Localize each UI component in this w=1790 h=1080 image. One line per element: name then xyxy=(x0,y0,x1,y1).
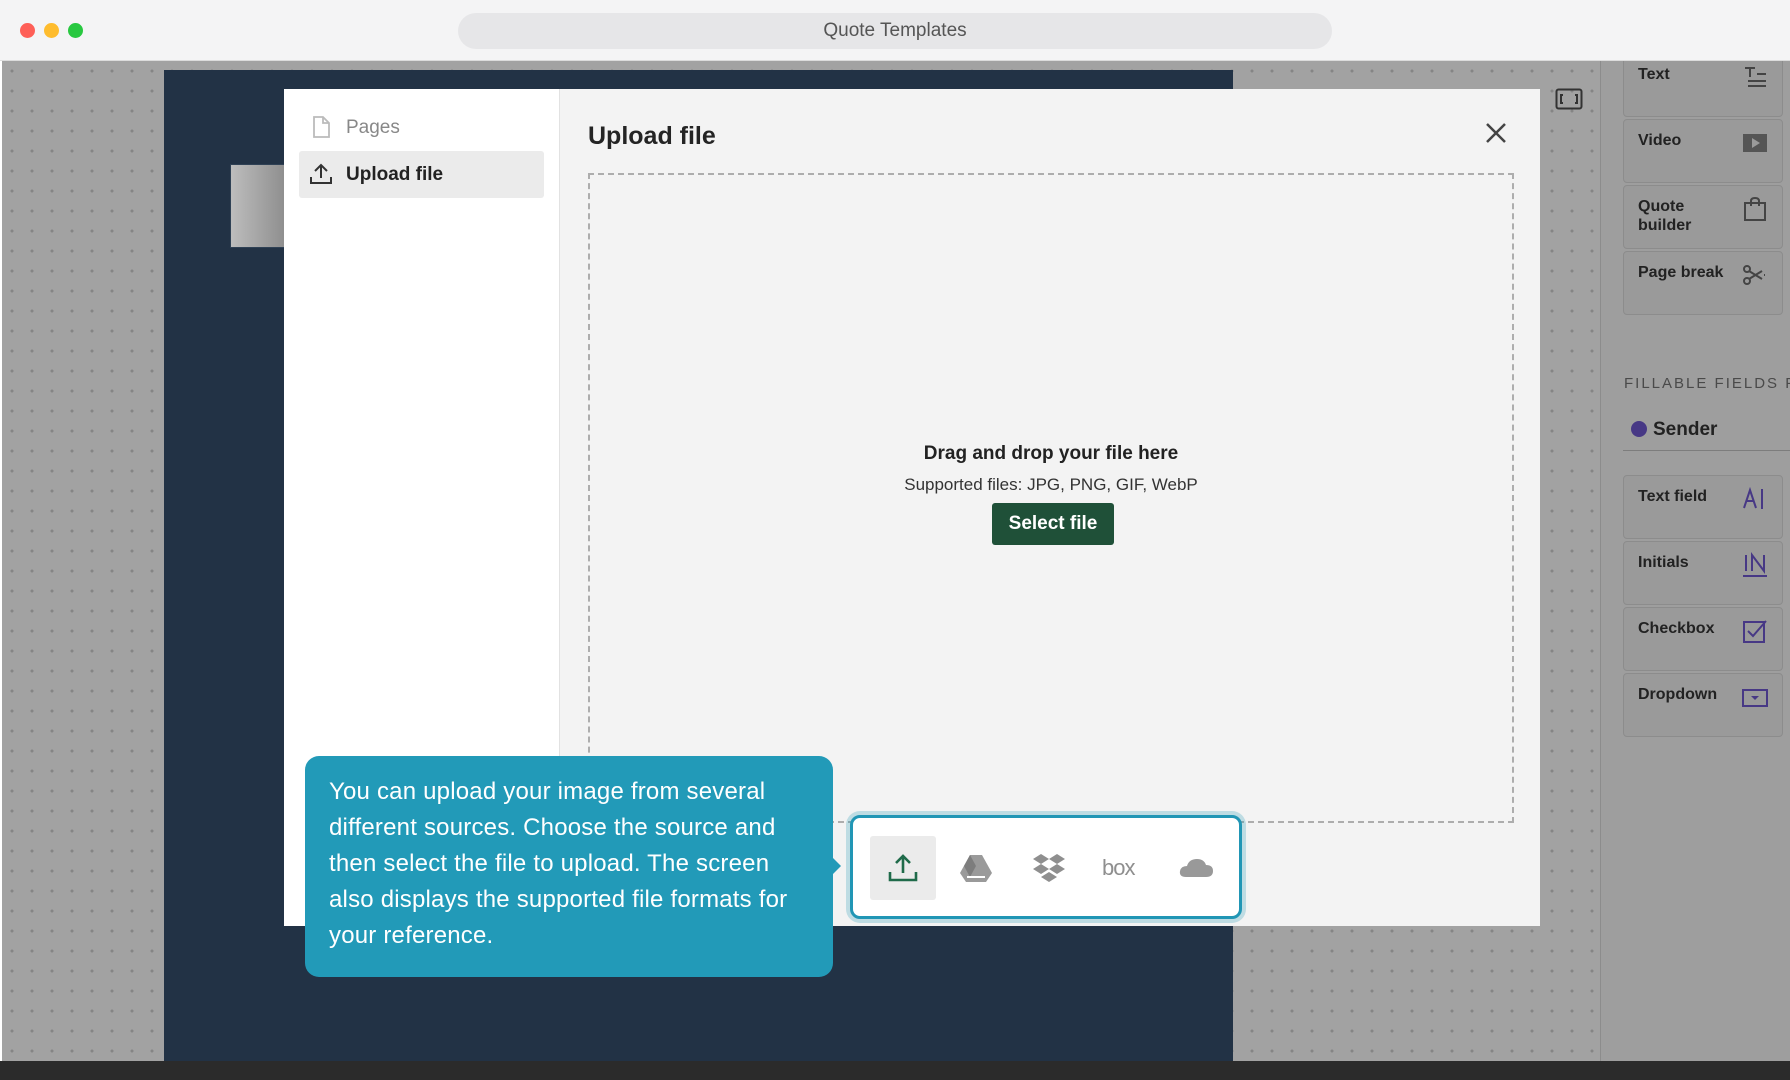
video-icon xyxy=(1743,134,1767,152)
app-window: Quote Templates Text Video Quote builder… xyxy=(0,0,1790,1080)
window-title: Quote Templates xyxy=(458,13,1332,49)
text-field-icon xyxy=(1743,486,1763,509)
guide-tooltip: You can upload your image from several d… xyxy=(305,756,833,977)
field-label: Initials xyxy=(1638,554,1689,571)
text-icon xyxy=(1745,67,1766,87)
block-label: Video xyxy=(1638,132,1682,149)
nav-item-upload-file[interactable]: Upload file xyxy=(299,151,544,198)
block-label: Text xyxy=(1638,66,1670,83)
sender-color-dot xyxy=(1631,421,1647,437)
source-dropbox-button[interactable] xyxy=(1016,836,1082,900)
block-video[interactable]: Video xyxy=(1623,119,1783,183)
minimize-window-button[interactable] xyxy=(44,23,59,38)
tooltip-arrow xyxy=(832,857,841,875)
nav-item-pages[interactable]: Pages xyxy=(299,104,544,151)
upload-computer-icon xyxy=(888,854,918,882)
box-icon: box xyxy=(1102,855,1136,880)
nav-label-upload-file: Upload file xyxy=(346,164,444,185)
select-file-button[interactable]: Select file xyxy=(992,503,1114,545)
right-sidebar: Text Video Quote builder Page break FILL… xyxy=(1600,61,1790,1061)
nav-label-pages: Pages xyxy=(346,117,400,138)
checkbox-icon xyxy=(1743,620,1767,643)
block-quote-builder[interactable]: Quote builder xyxy=(1623,185,1783,249)
source-computer-button[interactable] xyxy=(870,836,936,900)
dropbox-icon xyxy=(1033,854,1065,882)
upload-icon xyxy=(310,163,332,184)
file-dropzone[interactable]: Drag and drop your file here Supported f… xyxy=(588,173,1514,823)
onedrive-cloud-icon xyxy=(1179,859,1213,877)
field-checkbox[interactable]: Checkbox xyxy=(1623,607,1783,671)
page-icon xyxy=(313,116,330,138)
close-window-button[interactable] xyxy=(20,23,35,38)
shopping-bag-icon xyxy=(1744,196,1766,221)
dropdown-icon xyxy=(1742,689,1768,707)
fullscreen-icon[interactable] xyxy=(1555,88,1583,110)
upload-source-picker: box xyxy=(850,815,1242,919)
dropzone-heading: Drag and drop your file here xyxy=(923,443,1179,464)
field-label: Checkbox xyxy=(1638,620,1715,637)
maximize-window-button[interactable] xyxy=(68,23,83,38)
block-label: Page break xyxy=(1638,264,1724,281)
supported-files-text: Supported files: JPG, PNG, GIF, WebP xyxy=(904,475,1198,494)
scissors-icon xyxy=(1743,265,1767,285)
block-label: Quote builder xyxy=(1638,198,1692,234)
block-text[interactable]: Text xyxy=(1623,61,1783,117)
close-icon[interactable] xyxy=(1482,119,1510,147)
recipient-selector[interactable]: Sender xyxy=(1623,411,1790,451)
source-onedrive-button[interactable] xyxy=(1162,836,1228,900)
tooltip-text: You can upload your image from several d… xyxy=(329,778,788,949)
google-drive-icon xyxy=(960,855,992,882)
source-google-drive-button[interactable] xyxy=(943,836,1009,900)
block-page-break[interactable]: Page break xyxy=(1623,251,1783,315)
field-initials[interactable]: Initials xyxy=(1623,541,1783,605)
modal-title: Upload file xyxy=(588,122,716,150)
svg-text:box: box xyxy=(1102,855,1135,880)
field-dropdown[interactable]: Dropdown xyxy=(1623,673,1783,737)
canvas-image-placeholder[interactable] xyxy=(230,164,290,248)
title-bar: Quote Templates xyxy=(0,0,1790,61)
sender-label: Sender xyxy=(1653,419,1718,440)
field-label: Text field xyxy=(1638,488,1708,505)
fillable-fields-heading: FILLABLE FIELDS FOR xyxy=(1624,375,1790,392)
source-box-button[interactable]: box xyxy=(1089,836,1155,900)
bottom-bar xyxy=(0,1061,1790,1080)
field-label: Dropdown xyxy=(1638,686,1718,703)
initials-icon xyxy=(1743,552,1767,577)
field-text-field[interactable]: Text field xyxy=(1623,475,1783,539)
